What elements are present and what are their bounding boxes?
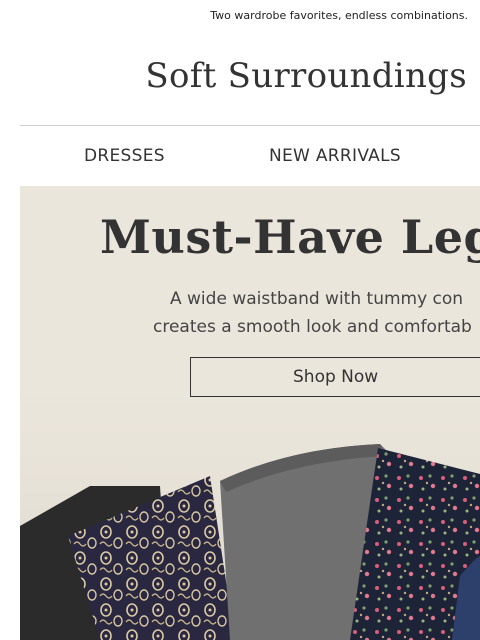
hero-subtitle-line-1: A wide waistband with tummy con <box>170 289 464 309</box>
brand-logo[interactable]: Soft Surroundings <box>145 56 467 96</box>
hero-subtitle-line-2: creates a smooth look and comfortab <box>153 317 472 337</box>
header-divider <box>20 125 480 126</box>
hero-title: Must-Have Legg <box>100 210 480 264</box>
nav-item-new-arrivals[interactable]: NEW ARRIVALS <box>269 146 401 166</box>
hero-banner: Must-Have Legg A wide waistband with tum… <box>20 186 480 640</box>
shop-now-button[interactable]: Shop Now <box>190 357 480 397</box>
preheader-text: Two wardrobe favorites, endless combinat… <box>210 9 468 22</box>
nav-item-dresses[interactable]: DRESSES <box>84 146 165 166</box>
